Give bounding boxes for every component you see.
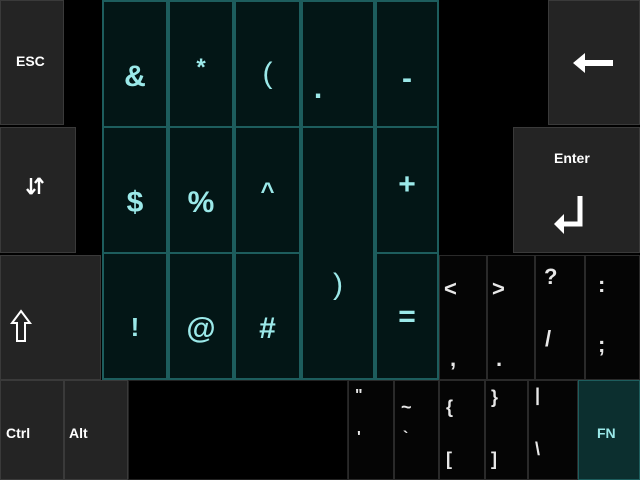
blank-key <box>439 0 548 125</box>
swap-arrows-icon <box>26 177 44 195</box>
key-greater-period[interactable]: > . <box>487 255 535 380</box>
spacer-key <box>64 0 102 125</box>
key-pipe-bottom: \ <box>535 439 541 459</box>
shift-key[interactable] <box>0 255 101 380</box>
alt-key[interactable]: Alt <box>64 380 128 480</box>
key-brace-left-top: { <box>446 397 454 417</box>
return-arrow-icon <box>554 196 583 234</box>
key-brace-right[interactable]: } ] <box>485 380 528 480</box>
key-brace-right-top: } <box>491 387 499 407</box>
key-colon-semicolon-bottom: ; <box>598 332 606 357</box>
key-tilde-bottom: ` <box>403 429 409 446</box>
key-hash-label: # <box>259 312 276 345</box>
key-question-slash[interactable]: ? / <box>535 255 585 380</box>
space-key[interactable] <box>128 380 348 480</box>
key-equals-label: = <box>398 300 416 333</box>
key-at[interactable]: @ <box>168 252 234 380</box>
key-minus[interactable]: - <box>375 0 439 128</box>
key-colon-semicolon[interactable]: : ; <box>585 255 640 380</box>
arrow-left-icon <box>573 53 613 73</box>
key-minus-label: - <box>402 62 412 95</box>
switch-key[interactable] <box>0 127 76 253</box>
alt-key-label: Alt <box>69 425 88 441</box>
key-greater-period-bottom: . <box>496 346 503 371</box>
ctrl-key-label: Ctrl <box>6 425 31 441</box>
key-period[interactable]: . <box>301 0 375 128</box>
esc-key-label: ESC <box>16 53 45 69</box>
key-pipe-top: | <box>535 385 541 405</box>
key-tilde-top: ~ <box>401 397 412 417</box>
key-period-label: . <box>313 72 323 105</box>
key-question-slash-bottom: / <box>545 326 552 351</box>
key-right-paren-label: ) <box>333 268 343 301</box>
key-quote-bottom: ' <box>357 429 361 446</box>
key-brace-left[interactable]: { [ <box>439 380 485 480</box>
enter-key-label: Enter <box>554 150 590 166</box>
key-left-paren[interactable]: ( <box>234 0 301 128</box>
key-quote-top: " <box>355 387 363 404</box>
key-at-label: @ <box>186 312 216 345</box>
key-ampersand-label: & <box>124 60 146 93</box>
fn-key[interactable]: FN <box>578 380 640 480</box>
key-asterisk-label: * <box>196 54 206 81</box>
key-dollar[interactable]: $ <box>102 126 168 254</box>
fn-key-label: FN <box>597 425 616 441</box>
ctrl-key[interactable]: Ctrl <box>0 380 64 480</box>
key-less-comma-bottom: , <box>450 346 457 371</box>
shift-arrow-icon <box>10 309 32 342</box>
backspace-key[interactable] <box>548 0 640 125</box>
key-right-paren[interactable]: ) <box>301 126 375 380</box>
key-percent-label: % <box>187 186 215 219</box>
key-exclamation-label: ! <box>130 312 140 342</box>
key-question-slash-top: ? <box>544 264 558 289</box>
key-brace-left-bottom: [ <box>446 449 452 469</box>
enter-key[interactable]: Enter <box>513 127 640 253</box>
key-exclamation[interactable]: ! <box>102 252 168 380</box>
esc-key[interactable]: ESC <box>0 0 64 125</box>
key-tilde[interactable]: ~ ` <box>394 380 439 480</box>
blank-key-2 <box>439 127 513 253</box>
key-caret[interactable]: ^ <box>234 126 301 254</box>
key-caret-label: ^ <box>260 178 275 205</box>
key-less-comma[interactable]: < , <box>439 255 487 380</box>
key-equals[interactable]: = <box>375 252 439 380</box>
key-quote[interactable]: " ' <box>348 380 394 480</box>
key-percent[interactable]: % <box>168 126 234 254</box>
key-ampersand[interactable]: & <box>102 0 168 128</box>
key-brace-right-bottom: ] <box>491 449 497 469</box>
key-hash[interactable]: # <box>234 252 301 380</box>
key-pipe[interactable]: | \ <box>528 380 578 480</box>
key-plus[interactable]: + <box>375 126 439 254</box>
key-less-comma-top: < <box>444 276 457 301</box>
key-colon-semicolon-top: : <box>598 272 606 297</box>
key-asterisk[interactable]: * <box>168 0 234 128</box>
key-plus-label: + <box>398 168 416 201</box>
spacer-key-2 <box>76 127 102 253</box>
key-dollar-label: $ <box>126 186 144 219</box>
key-greater-period-top: > <box>492 276 505 301</box>
